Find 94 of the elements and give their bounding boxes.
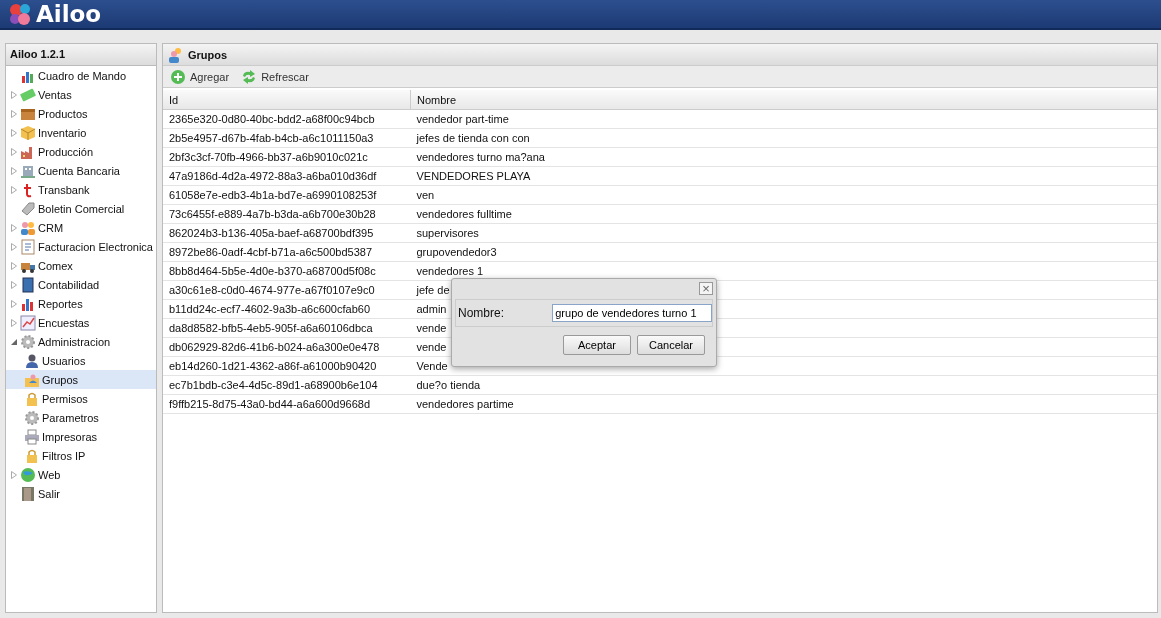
sidebar-item[interactable]: Permisos [6, 389, 156, 408]
expanded-triangle-icon[interactable] [10, 337, 18, 346]
table-cell: 8bb8d464-5b5e-4d0e-b370-a68700d5f08c [163, 261, 411, 281]
field-label: Nombre: [458, 306, 505, 320]
sidebar-item[interactable]: CRM [6, 218, 156, 237]
flower-logo-icon [8, 2, 32, 26]
tag-icon [20, 200, 36, 217]
table-cell: 862024b3-b136-405a-baef-a68700bdf395 [163, 223, 411, 243]
sidebar-item[interactable]: Grupos [6, 370, 156, 389]
sidebar-item[interactable]: Cuenta Bancaria [6, 161, 156, 180]
collapsed-triangle-icon[interactable] [10, 128, 18, 137]
name-field[interactable]: grupo de vendedores turno 1 [552, 304, 712, 322]
printer-icon [24, 428, 40, 445]
table-cell: 8972be86-0adf-4cbf-b71a-a6c500bd5387 [163, 242, 411, 262]
book-icon [20, 276, 36, 293]
lock-icon [24, 447, 40, 464]
collapsed-triangle-icon[interactable] [10, 90, 18, 99]
table-cell: 2b5e4957-d67b-4fab-b4cb-a6c1011150a3 [163, 128, 411, 148]
sidebar-item[interactable]: Productos [6, 104, 156, 123]
table-cell: vendedores partime [410, 394, 1157, 414]
package-icon [20, 124, 36, 141]
collapsed-triangle-icon[interactable] [10, 280, 18, 289]
users-icon [168, 46, 184, 63]
table-cell: f9ffb215-8d75-43a0-bd44-a6a600d9668d [163, 394, 411, 414]
column-header[interactable]: Id [163, 90, 411, 110]
sidebar-item[interactable]: Transbank [6, 180, 156, 199]
sidebar-item[interactable]: Salir [6, 484, 156, 503]
app-logo: Ailoo [36, 1, 102, 27]
sidebar-item[interactable]: Facturacion Electronica [6, 237, 156, 256]
document-icon [20, 238, 36, 255]
table-cell: ven [410, 185, 1157, 205]
column-header[interactable]: Nombre [410, 90, 1157, 110]
sidebar-item[interactable]: Encuestas [6, 313, 156, 332]
table-cell: 73c6455f-e889-4a7b-b3da-a6b700e30b28 [163, 204, 411, 224]
collapsed-triangle-icon[interactable] [10, 470, 18, 479]
toolbar-button[interactable]: Agregar [168, 67, 232, 86]
door-icon [20, 485, 36, 502]
table-cell: b11dd24c-ecf7-4602-9a3b-a6c600cfab60 [163, 299, 411, 319]
panel-title: Grupos [188, 48, 228, 61]
sidebar-item[interactable]: Parametros [6, 408, 156, 427]
lock-icon [24, 390, 40, 407]
banknote-icon [20, 86, 36, 103]
gear-icon [20, 333, 36, 350]
user-icon [24, 352, 40, 369]
table-cell: grupovendedor3 [410, 242, 1157, 262]
collapsed-triangle-icon[interactable] [10, 299, 18, 308]
table-cell: 2365e320-0d80-40bc-bdd2-a68f00c94bcb [163, 109, 411, 129]
table-cell: ec7b1bdb-c3e4-4d5c-89d1-a68900b6e104 [163, 375, 411, 395]
table-cell: eb14d260-1d21-4362-a86f-a61000b90420 [163, 356, 411, 376]
sidebar-item[interactable]: Impresoras [6, 427, 156, 446]
sidebar-item[interactable]: Ventas [6, 85, 156, 104]
table-cell: supervisores [410, 223, 1157, 243]
table-cell: 2bf3c3cf-70fb-4966-bb37-a6b9010c021c [163, 147, 411, 167]
collapsed-triangle-icon[interactable] [10, 261, 18, 270]
sidebar-item[interactable]: Usuarios [6, 351, 156, 370]
sidebar-item[interactable]: Web [6, 465, 156, 484]
sidebar-title: Ailoo 1.2.1 [6, 44, 156, 66]
add-icon [170, 68, 186, 85]
sidebar-item[interactable]: Cuadro de Mando [6, 66, 156, 85]
collapsed-triangle-icon[interactable] [10, 109, 18, 118]
table-cell: a30c61e8-c0d0-4674-977e-a67f0107e9c0 [163, 280, 411, 300]
people-icon [20, 219, 36, 236]
sidebar-item[interactable]: Reportes [6, 294, 156, 313]
table-cell: due?o tienda [410, 375, 1157, 395]
table-cell: vendedor part-time [410, 109, 1157, 129]
toolbar-button[interactable]: Refrescar [239, 67, 311, 86]
close-button[interactable]: × [699, 282, 713, 295]
collapsed-triangle-icon[interactable] [10, 242, 18, 251]
sidebar-item[interactable]: Boletin Comercial [6, 199, 156, 218]
globe-icon [20, 466, 36, 483]
table-cell: VENDEDORES PLAYA [410, 166, 1157, 186]
sidebar-item[interactable]: Comex [6, 256, 156, 275]
table-cell: vendedores fulltime [410, 204, 1157, 224]
sidebar-item[interactable]: Filtros IP [6, 446, 156, 465]
collapsed-triangle-icon[interactable] [10, 185, 18, 194]
dialog-button[interactable]: Aceptar [563, 335, 631, 355]
sidebar-item[interactable]: Producción [6, 142, 156, 161]
gear-icon [24, 409, 40, 426]
refresh-icon [241, 68, 258, 85]
table-cell: da8d8582-bfb5-4eb5-905f-a6a60106dbca [163, 318, 411, 338]
table-cell: 61058e7e-edb3-4b1a-bd7e-a6990108253f [163, 185, 411, 205]
sidebar-item[interactable]: Contabilidad [6, 275, 156, 294]
table-cell: jefes de tienda con con [410, 128, 1157, 148]
collapsed-triangle-icon[interactable] [10, 166, 18, 175]
dialog-button[interactable]: Cancelar [637, 335, 705, 355]
collapsed-triangle-icon[interactable] [10, 223, 18, 232]
collapsed-triangle-icon[interactable] [10, 318, 18, 327]
table-cell: vendedores turno ma?ana [410, 147, 1157, 167]
sidebar-item[interactable]: Inventario [6, 123, 156, 142]
table-cell: 47a9186d-4d2a-4972-88a3-a6ba010d36df [163, 166, 411, 186]
collapsed-triangle-icon[interactable] [10, 147, 18, 156]
line-chart-icon [20, 314, 36, 331]
table-cell: db062929-82d6-41b6-b024-a6a300e0e478 [163, 337, 411, 357]
sidebar-item[interactable]: Administracion [6, 332, 156, 351]
